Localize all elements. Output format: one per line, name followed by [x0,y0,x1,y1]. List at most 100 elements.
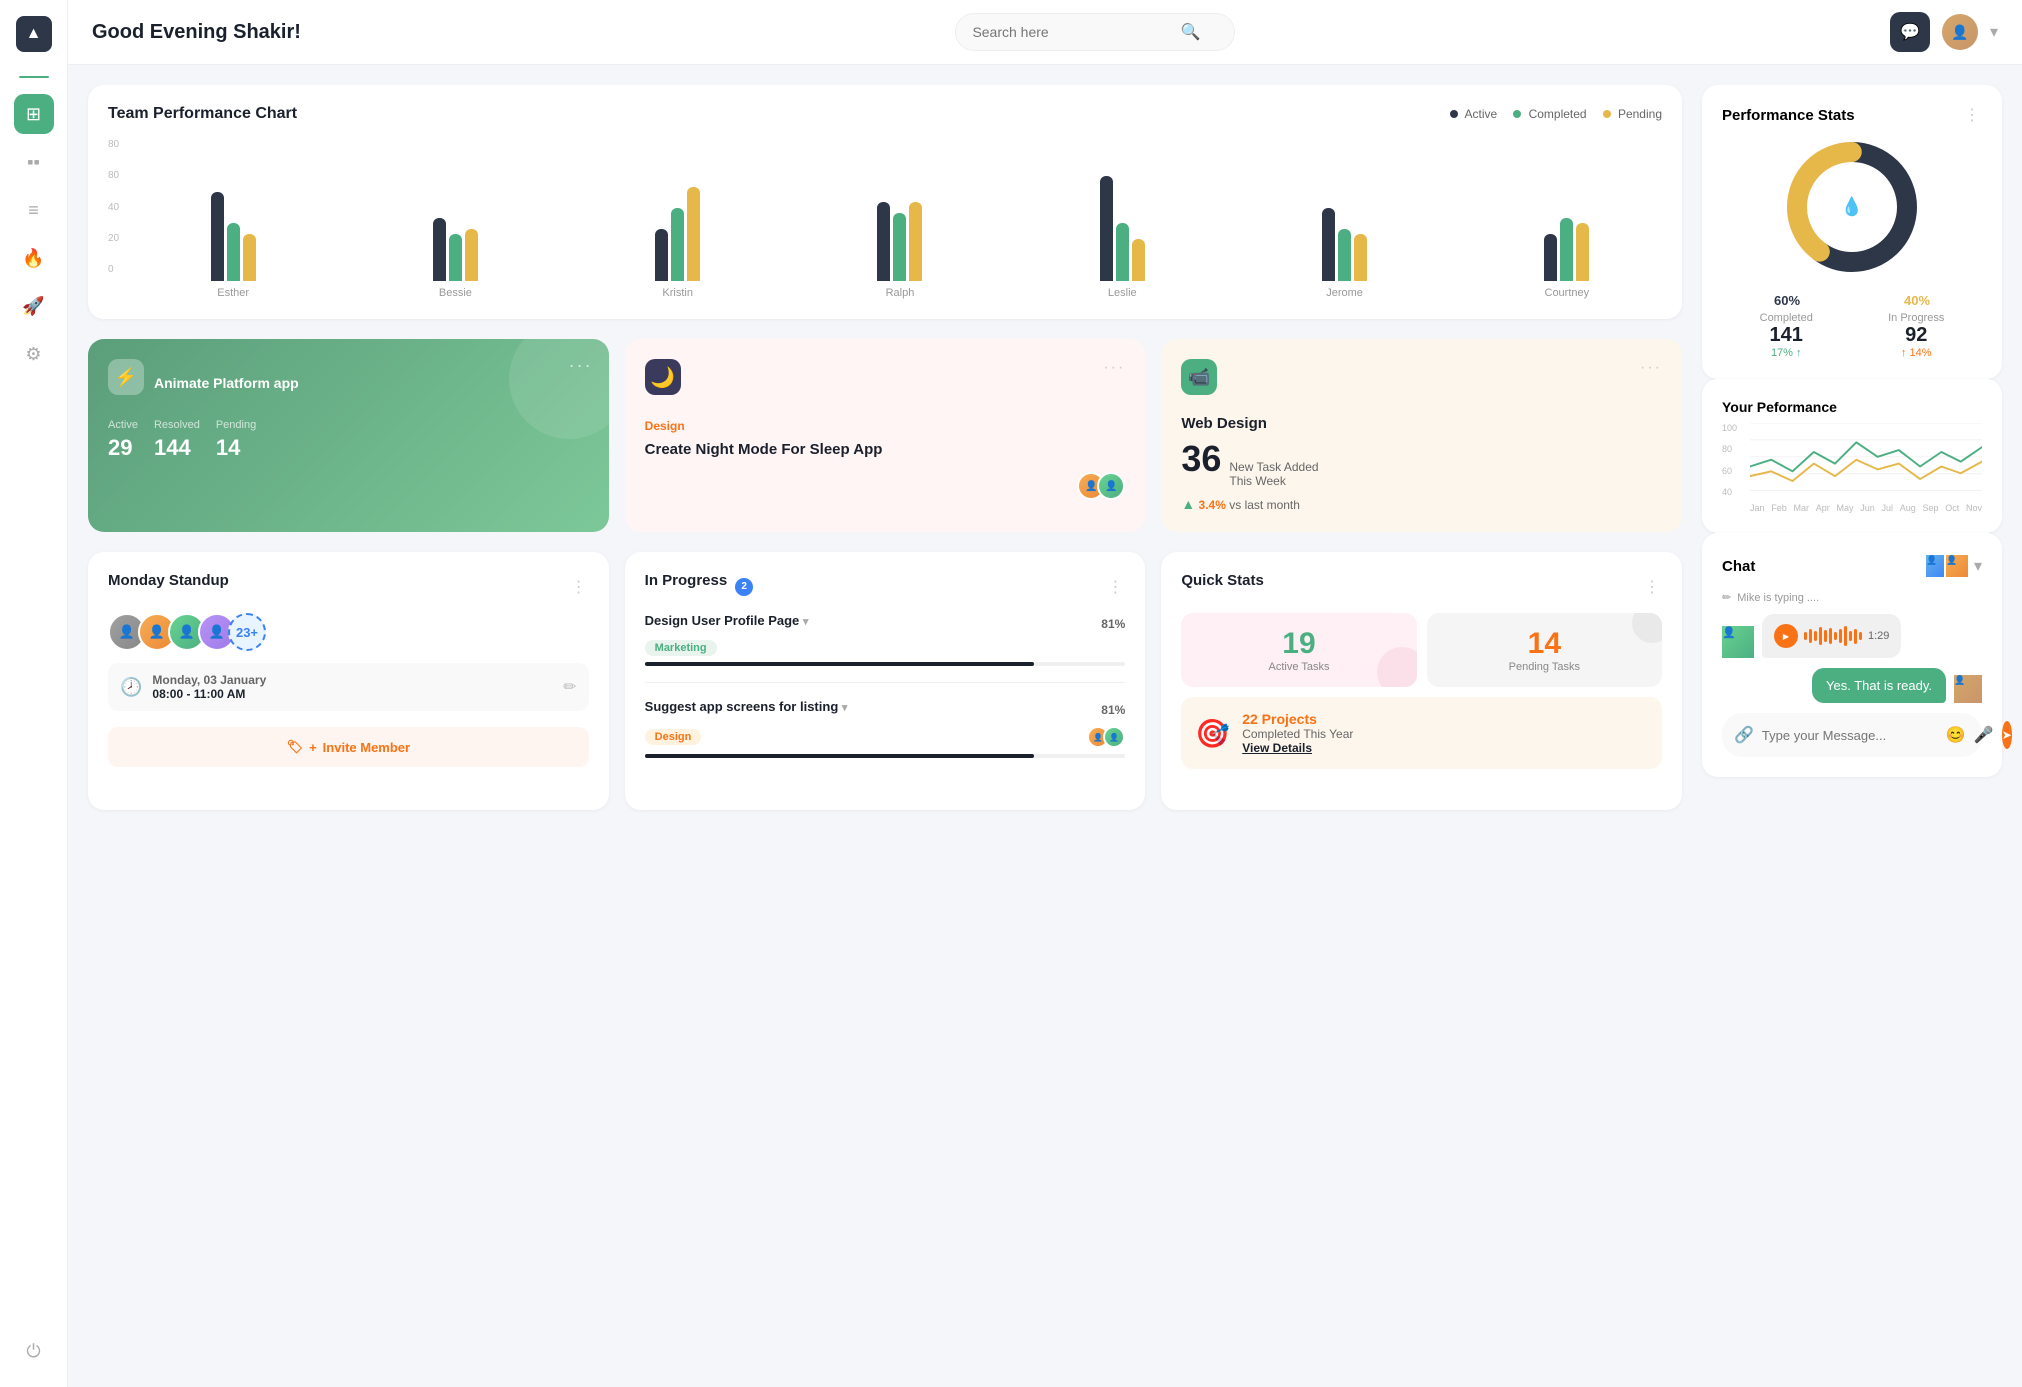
bar [449,234,462,281]
bar [655,229,668,281]
chat-av-2: 👤 [1944,553,1970,579]
animate-stat-pending: Pending 14 [216,419,256,461]
progress-bar-fill [645,754,1034,758]
bar [433,218,446,281]
active-tasks-item: 19 Active Tasks [1181,613,1416,687]
sidebar-item-dashboard[interactable]: ⊞ [14,94,54,134]
progress-item: Suggest app screens for listing ▾ 81% De… [645,699,1126,774]
bar [687,187,700,281]
legend-pending: Pending [1603,107,1662,121]
projects-link[interactable]: View Details [1242,741,1353,755]
wave-bars [1804,626,1862,646]
completed-value: 141 [1760,324,1813,347]
play-button[interactable]: ▶ [1774,624,1798,648]
quick-stats-title: Quick Stats [1181,572,1264,589]
chat-collapse-icon[interactable]: ▾ [1974,556,1982,576]
right-panel: Performance Stats ⋮ 💧 [1702,85,2002,1367]
sidebar-item-flame[interactable]: 🔥 [14,238,54,278]
standup-avatars: 👤 👤 👤 👤 23+ [108,613,589,651]
progress-bar-bg [645,662,1126,666]
legend-completed: Completed [1513,107,1586,121]
message-button[interactable]: 💬 [1890,12,1930,52]
edit-icon[interactable]: ✏ [563,677,576,697]
send-button[interactable]: ➤ [2002,721,2012,749]
search-bar[interactable]: 🔍 [955,13,1235,51]
chart-title: Team Performance Chart [108,105,297,123]
bar [909,202,922,281]
sleep-card-category: Design [645,419,1126,433]
avatar-dropdown-icon[interactable]: ▾ [1990,22,1998,42]
sidebar-item-rocket[interactable]: 🚀 [14,286,54,326]
active-tasks-label: Active Tasks [1269,661,1330,673]
bar [1354,234,1367,281]
completed-change: 17% ↑ [1760,347,1813,359]
progress-item: Design User Profile Page ▾ 81% Marketing [645,613,1126,683]
voice-message-row: 👤 ▶ [1722,614,1982,658]
chat-typing: ✏ Mike is typing .... [1722,591,1982,604]
bar [1576,223,1589,281]
webdesign-count: 36 [1181,438,1221,480]
bar [877,202,890,281]
sidebar-item-list[interactable]: ≡ [14,190,54,230]
completed-label: Completed [1760,312,1813,324]
quick-stats-menu[interactable]: ⋮ [1644,577,1662,597]
animate-stat-resolved: Resolved 144 [154,419,200,461]
dashboard-icon: ⊞ [26,104,41,125]
bar-group: Ralph [805,161,995,299]
av-plus[interactable]: 23+ [228,613,266,651]
sleep-card-menu[interactable]: ··· [1103,359,1125,377]
standup-menu[interactable]: ⋮ [571,577,589,597]
animate-card-menu[interactable]: ··· [569,355,593,376]
bottom-row: Monday Standup ⋮ 👤 👤 👤 👤 23+ 🕗 [88,552,1682,810]
pending-tasks-count: 14 [1528,627,1561,661]
invite-member-button[interactable]: 🏷 + Invite Member [108,727,589,767]
pending-tasks-label: Pending Tasks [1509,661,1580,673]
emoji-icon[interactable]: 😊 [1946,725,1966,745]
perf-stats-menu[interactable]: ⋮ [1964,105,1982,125]
search-input[interactable] [972,24,1172,40]
reply-bubble: Yes. That is ready. [1812,668,1946,703]
sleep-card-title: Create Night Mode For Sleep App [645,439,1126,460]
meeting-hours: 08:00 - 11:00 AM [152,687,266,701]
bar [465,229,478,281]
progress-pct: 81% [1101,703,1125,717]
sidebar-item-settings[interactable]: ⚙ [14,334,54,374]
tag-icon: 🏷 [287,739,304,755]
header-left: Good Evening Shakir! [92,21,301,44]
webdesign-change-label: vs last month [1229,498,1300,512]
bar [893,213,906,281]
bar-label: Ralph [886,287,915,299]
projects-count: 22 Projects [1242,711,1353,727]
inprogress-menu[interactable]: ⋮ [1107,577,1125,597]
line-chart-yaxis: 100806040 [1722,423,1737,497]
your-perf-title: Your Peformance [1722,399,1982,415]
chat-input-row[interactable]: 🔗 😊 🎤 ➤ [1722,713,1982,757]
inprogress-change: ↑ 14% [1888,347,1944,359]
mic-icon[interactable]: 🎤 [1974,725,1994,745]
sidebar-item-power[interactable]: ⏻ [14,1331,54,1371]
bar-group: Kristin [583,161,773,299]
chat-input[interactable] [1762,728,1938,743]
bar-group: Courtney [1472,161,1662,299]
list-icon: ≡ [28,200,39,221]
sidebar-item-chart[interactable]: ▪▪ [14,142,54,182]
perf-stats-title: Performance Stats [1722,107,1855,124]
webdesign-card-icon: 📹 [1181,359,1217,395]
pending-dot [1603,110,1611,118]
voice-time: 1:29 [1868,630,1889,642]
user-avatar[interactable]: 👤 [1942,14,1978,50]
webdesign-card-menu[interactable]: ··· [1640,359,1662,377]
page-body: Team Performance Chart Active Completed [68,65,2022,1387]
sleep-card: 🌙 ··· Design Create Night Mode For Sleep… [625,339,1146,532]
voice-message: ▶ [1774,624,1889,648]
webdesign-subtitle1: New Task Added [1229,460,1318,474]
chat-header: Chat 👤 👤 ▾ [1722,553,1982,579]
pending-tasks-item: 14 Pending Tasks [1427,613,1662,687]
bar [1338,229,1351,281]
animate-stat-active: Active 29 [108,419,138,461]
clock-icon: 🕗 [120,677,142,698]
animate-card-stats: Active 29 Resolved 144 Pending 14 [108,419,589,461]
search-icon: 🔍 [1180,22,1200,42]
projects-label: Completed This Year [1242,727,1353,741]
bar-group: Jerome [1249,161,1439,299]
